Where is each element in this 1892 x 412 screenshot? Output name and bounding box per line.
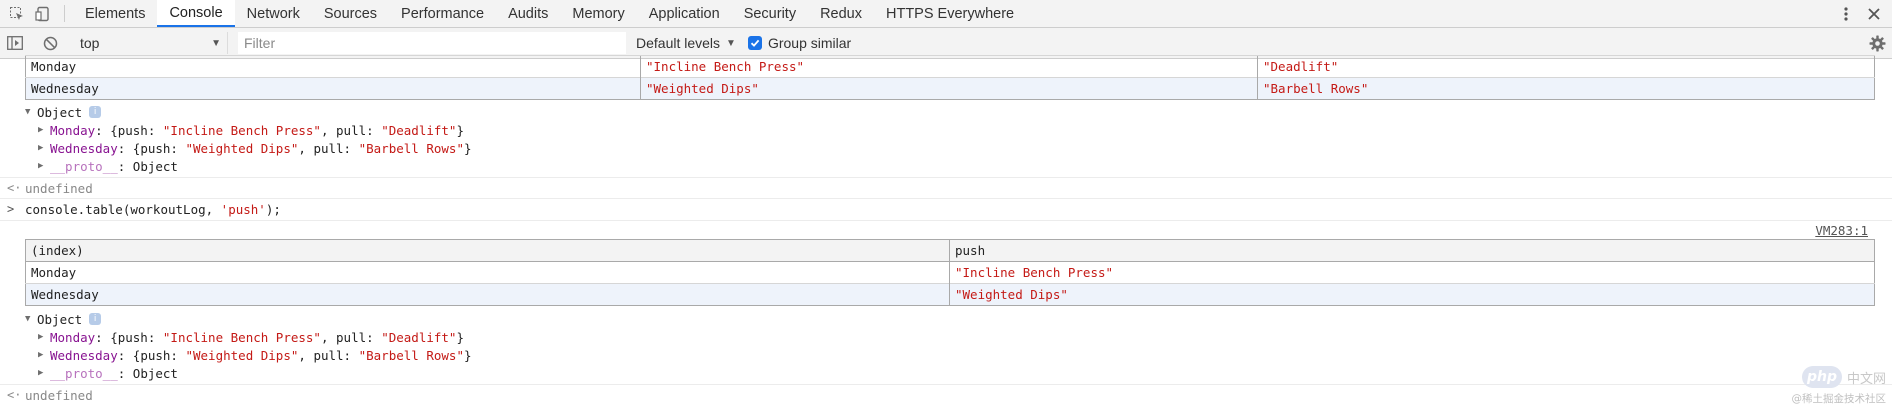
table-header-index[interactable]: (index)	[25, 239, 950, 262]
tab-audits[interactable]: Audits	[496, 0, 560, 27]
table-cell-push: "Weighted Dips"	[949, 283, 1875, 306]
tab-console[interactable]: Console	[157, 0, 235, 27]
info-icon: i	[89, 106, 102, 118]
tab-memory[interactable]: Memory	[560, 0, 636, 27]
tab-security[interactable]: Security	[732, 0, 808, 27]
watermark: php 中文网	[1801, 366, 1886, 388]
table-cell-index: Monday	[25, 261, 950, 284]
table-cell-pull: "Deadlift"	[1257, 55, 1875, 78]
tab-bar-divider	[64, 5, 65, 22]
object-entry-wednesday[interactable]: ▶ Wednesday: {push: "Weighted Dips", pull…	[38, 346, 1892, 364]
message-divider	[0, 177, 1892, 178]
watermark-php-badge: php	[1801, 366, 1842, 388]
devtools-tab-bar: Elements Console Network Sources Perform…	[0, 0, 1892, 28]
collapsed-triangle-icon: ▶	[38, 350, 44, 360]
prompt-chevron-icon: >	[7, 202, 15, 216]
device-toolbar-icon[interactable]	[30, 0, 56, 28]
table-row: Monday "Incline Bench Press"	[25, 261, 1875, 284]
result-value: undefined	[25, 387, 93, 403]
table-cell-index: Monday	[25, 55, 641, 78]
object-entry-monday[interactable]: ▶ Monday: {push: "Incline Bench Press", p…	[38, 328, 1892, 346]
tab-redux[interactable]: Redux	[808, 0, 874, 27]
console-output: Monday "Incline Bench Press" "Deadlift" …	[0, 55, 1892, 412]
tab-performance[interactable]: Performance	[389, 0, 496, 27]
table-header-push[interactable]: push	[949, 239, 1875, 262]
source-link[interactable]: VM283:1	[1815, 223, 1868, 238]
log-levels-dropdown[interactable]: Default levels ▼	[636, 35, 736, 51]
expanded-triangle-icon: ▼	[25, 107, 31, 117]
watermark-credit: @稀土掘金技术社区	[1791, 393, 1887, 405]
object-label: Object	[37, 104, 83, 120]
object-entry-wednesday[interactable]: ▶ Wednesday: {push: "Weighted Dips", pull…	[38, 139, 1892, 157]
group-similar-label: Group similar	[767, 35, 852, 51]
object-header[interactable]: ▼ Object i	[25, 310, 1892, 328]
tab-network[interactable]: Network	[235, 0, 312, 27]
result-value: undefined	[25, 180, 93, 196]
table-cell-index: Wednesday	[25, 283, 950, 306]
table-header-row: (index) push	[25, 239, 1875, 262]
collapsed-triangle-icon: ▶	[38, 332, 44, 342]
context-selector[interactable]: top ▼	[76, 32, 228, 54]
result-arrow-icon: <·	[7, 388, 22, 402]
table-cell-push: "Weighted Dips"	[640, 77, 1258, 100]
console-table-workout: Monday "Incline Bench Press" "Deadlift" …	[25, 55, 1875, 100]
message-divider	[0, 384, 1892, 385]
show-sidebar-icon[interactable]	[2, 29, 28, 57]
collapsed-triangle-icon: ▶	[38, 161, 44, 171]
table-cell-push: "Incline Bench Press"	[949, 261, 1875, 284]
log-levels-label: Default levels	[636, 35, 721, 51]
more-options-icon[interactable]	[1832, 0, 1860, 28]
console-result: <· undefined	[0, 386, 1892, 404]
source-link-row: VM283:1	[0, 221, 1892, 239]
dropdown-arrow-icon: ▼	[211, 37, 221, 49]
collapsed-triangle-icon: ▶	[38, 125, 44, 135]
table-cell-pull: "Barbell Rows"	[1257, 77, 1875, 100]
object-header[interactable]: ▼ Object i	[25, 103, 1892, 121]
table-cell-index: Wednesday	[25, 77, 641, 100]
console-command: > console.table(workoutLog, 'push');	[7, 201, 281, 217]
filter-input[interactable]	[238, 32, 626, 54]
table-row: Monday "Incline Bench Press" "Deadlift"	[25, 55, 1875, 78]
object-entry-proto[interactable]: ▶ __proto__: Object	[38, 364, 1892, 382]
table-row: Wednesday "Weighted Dips"	[25, 283, 1875, 306]
watermark-site: 中文网	[1846, 371, 1886, 387]
message-divider	[0, 198, 1892, 199]
console-settings-gear-icon[interactable]	[1864, 29, 1890, 57]
group-similar-checkbox[interactable]	[747, 36, 762, 50]
context-selector-value: top	[80, 35, 100, 51]
tab-https-everywhere[interactable]: HTTPS Everywhere	[874, 0, 1026, 27]
table-cell-push: "Incline Bench Press"	[640, 55, 1258, 78]
group-similar-toggle[interactable]: Group similar	[747, 35, 852, 51]
object-label: Object	[37, 311, 83, 327]
tab-sources[interactable]: Sources	[312, 0, 389, 27]
tab-application[interactable]: Application	[637, 0, 732, 27]
console-result: <· undefined	[0, 179, 1892, 197]
info-icon: i	[89, 313, 102, 325]
dropdown-arrow-icon: ▼	[726, 37, 736, 49]
collapsed-triangle-icon: ▶	[38, 368, 44, 378]
result-arrow-icon: <·	[7, 181, 22, 195]
object-entry-monday[interactable]: ▶ Monday: {push: "Incline Bench Press", p…	[38, 121, 1892, 139]
object-entry-proto[interactable]: ▶ __proto__: Object	[38, 157, 1892, 175]
console-table-push: (index) push Monday "Incline Bench Press…	[25, 239, 1875, 306]
inspect-element-icon[interactable]	[4, 0, 30, 28]
tab-elements[interactable]: Elements	[73, 0, 157, 27]
collapsed-triangle-icon: ▶	[38, 143, 44, 153]
table-row: Wednesday "Weighted Dips" "Barbell Rows"	[25, 77, 1875, 100]
clear-console-icon[interactable]	[37, 29, 63, 57]
close-icon[interactable]	[1860, 0, 1888, 28]
expanded-triangle-icon: ▼	[25, 314, 31, 324]
